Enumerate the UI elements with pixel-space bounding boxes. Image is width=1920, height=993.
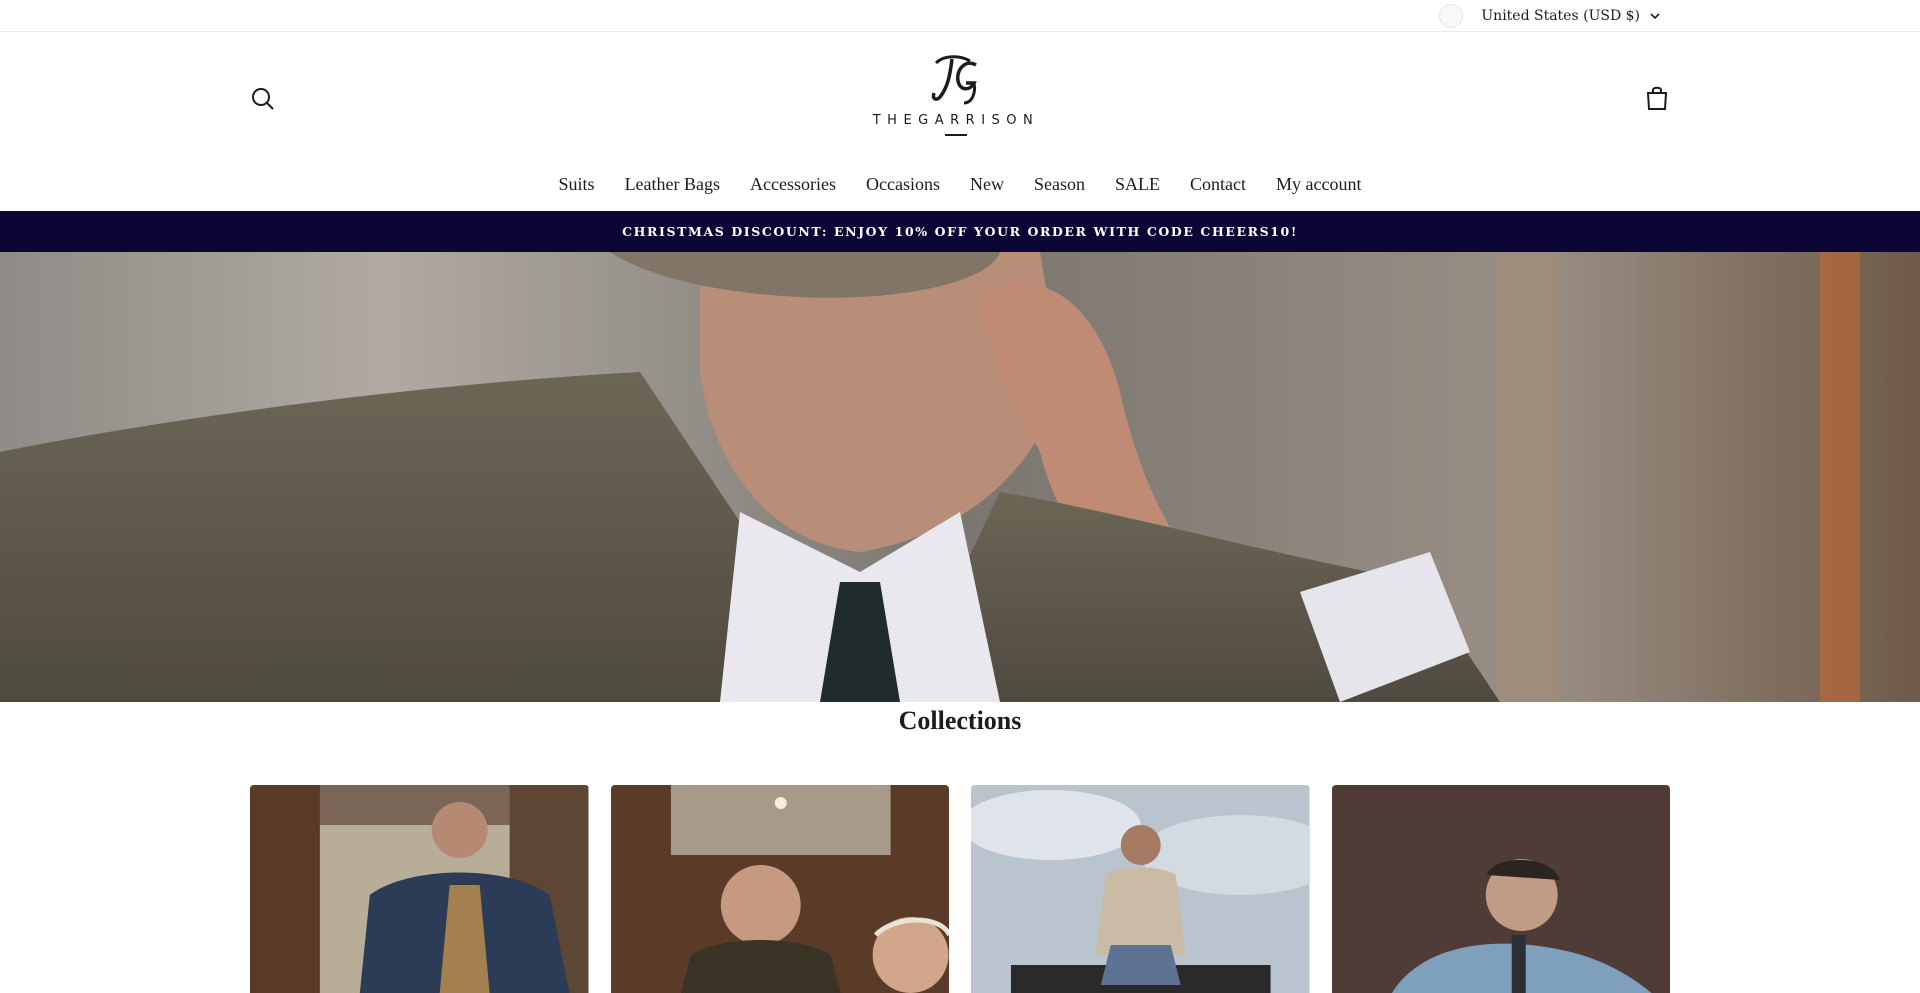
nav-item-occasions[interactable]: Occasions bbox=[851, 173, 955, 195]
nav-item-season[interactable]: Season bbox=[1019, 173, 1100, 195]
collection-image bbox=[1331, 785, 1670, 993]
hero-image bbox=[0, 252, 1920, 702]
nav-item-contact[interactable]: Contact bbox=[1175, 173, 1261, 195]
collections-grid bbox=[250, 785, 1670, 993]
collection-image bbox=[971, 785, 1310, 993]
nav-item-leather-bags[interactable]: Leather Bags bbox=[610, 173, 735, 195]
site-header: THEGARRISON Suits Leather Bags Accessori… bbox=[0, 33, 1920, 211]
currency-selector[interactable]: United States (USD $) bbox=[1439, 4, 1662, 28]
nav-item-suits[interactable]: Suits bbox=[544, 173, 610, 195]
nav-item-sale[interactable]: SALE bbox=[1100, 173, 1175, 195]
utility-bar: United States (USD $) bbox=[0, 0, 1920, 32]
logo-underline bbox=[945, 134, 967, 136]
collections-title: Collections bbox=[898, 706, 1022, 735]
nav-item-accessories[interactable]: Accessories bbox=[735, 173, 851, 195]
nav-item-my-account[interactable]: My account bbox=[1261, 173, 1376, 195]
currency-label: United States (USD $) bbox=[1481, 8, 1640, 24]
chevron-down-icon bbox=[1650, 13, 1660, 20]
collection-image bbox=[610, 785, 949, 993]
hero-banner[interactable] bbox=[0, 252, 1920, 702]
collection-card[interactable] bbox=[250, 785, 589, 993]
announcement-bar: CHRISTMAS DISCOUNT: ENJOY 10% OFF YOUR O… bbox=[0, 211, 1920, 252]
cart-icon[interactable] bbox=[1643, 84, 1671, 112]
nav-item-new[interactable]: New bbox=[955, 173, 1019, 195]
logo[interactable]: THEGARRISON bbox=[866, 51, 1046, 161]
search-icon[interactable] bbox=[250, 86, 276, 112]
logo-text: THEGARRISON bbox=[872, 113, 1040, 128]
collection-card[interactable] bbox=[610, 785, 949, 993]
flag-icon bbox=[1439, 4, 1464, 28]
collection-image bbox=[250, 785, 589, 993]
collection-card[interactable] bbox=[1331, 785, 1670, 993]
logo-monogram-icon bbox=[931, 55, 977, 105]
collection-card[interactable] bbox=[971, 785, 1310, 993]
main-nav: Suits Leather Bags Accessories Occasions… bbox=[0, 173, 1920, 195]
